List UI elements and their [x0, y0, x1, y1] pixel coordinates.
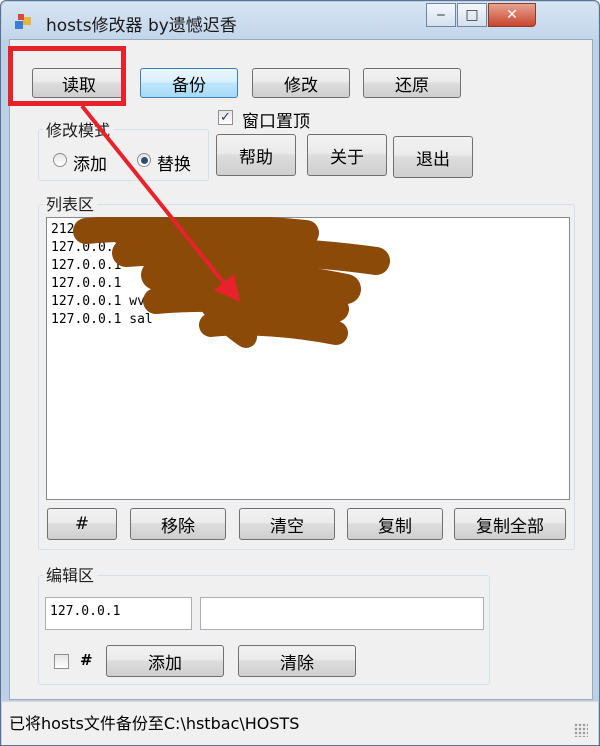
annotation-arrow-icon — [80, 104, 240, 302]
